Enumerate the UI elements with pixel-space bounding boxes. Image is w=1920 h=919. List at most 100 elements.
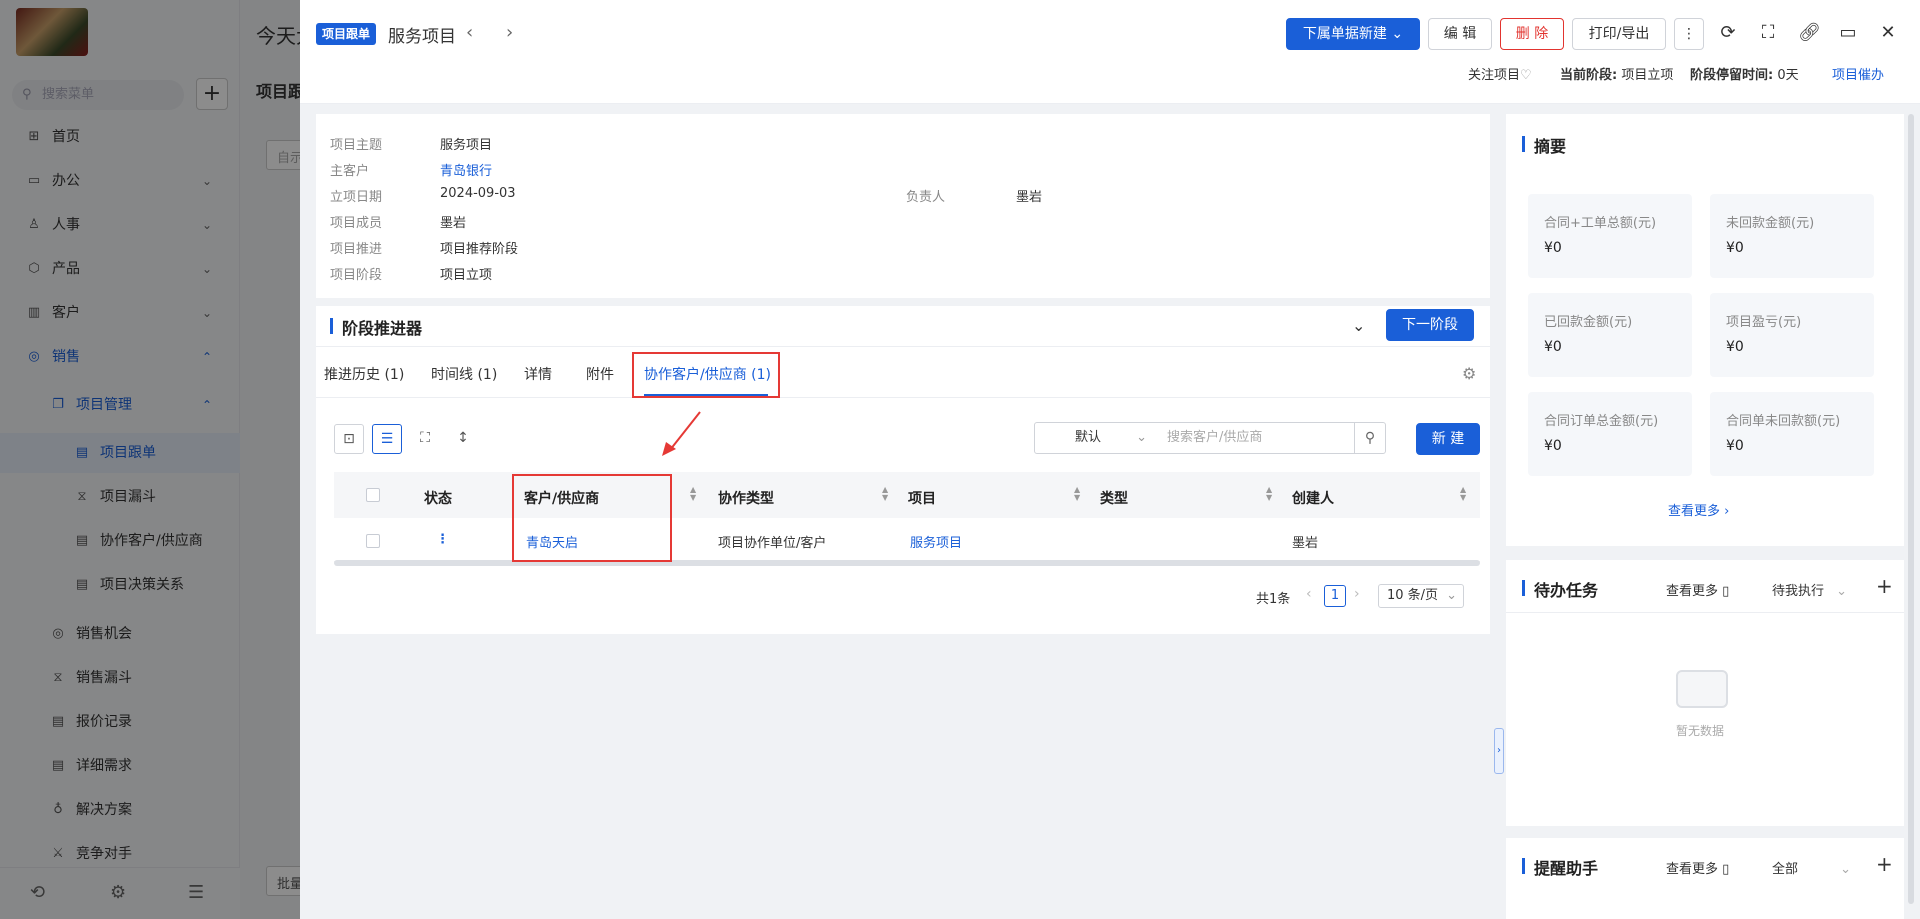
empty-box-icon bbox=[1676, 670, 1728, 708]
field-value: 服务项目 bbox=[440, 138, 493, 153]
chevron-down-icon: ⌄ bbox=[1840, 862, 1852, 877]
delete-button[interactable]: 删 除 bbox=[1500, 18, 1564, 50]
active-tab-indicator bbox=[644, 394, 768, 396]
fullscreen-icon[interactable]: ⛶ bbox=[1758, 22, 1778, 43]
stage-card bbox=[316, 306, 1490, 634]
field-label: 项目主题 bbox=[330, 138, 383, 153]
urge-project-link[interactable]: 项目催办 bbox=[1832, 64, 1884, 83]
chevron-down-icon: ⌄ bbox=[1136, 430, 1147, 445]
page-1-button[interactable]: 1 bbox=[1324, 585, 1346, 607]
chevron-down-icon: ⌄ bbox=[1836, 584, 1848, 599]
project-link[interactable]: 服务项目 bbox=[910, 532, 962, 551]
presentation-icon[interactable]: ⊡ bbox=[334, 424, 364, 454]
tab-attachments[interactable]: 附件 bbox=[586, 364, 614, 384]
reminder-filter-select[interactable]: 全部 ⌄ bbox=[1772, 858, 1851, 877]
print-export-button[interactable]: 打印/导出 bbox=[1572, 18, 1666, 50]
column-header-project[interactable]: 项目 bbox=[908, 488, 936, 508]
column-header-status: 状态 bbox=[424, 491, 452, 507]
link-icon[interactable]: 🔗︎ bbox=[1798, 22, 1821, 43]
book-icon: ▯ bbox=[1722, 584, 1730, 599]
column-header-collab-type[interactable]: 协作类型 bbox=[718, 488, 774, 508]
tab-history[interactable]: 推进历史 (1) bbox=[324, 364, 404, 384]
total-count: 共1条 bbox=[1256, 592, 1291, 607]
sort-icon[interactable]: ▲ ▼ bbox=[690, 486, 696, 502]
book-icon: ▯ bbox=[1722, 862, 1730, 877]
sort-icon[interactable]: ▲ ▼ bbox=[1460, 486, 1466, 502]
page-size-select[interactable]: 10 条/页 ⌄ bbox=[1378, 584, 1464, 608]
edit-button[interactable]: 编 辑 bbox=[1428, 18, 1492, 50]
prev-page-icon[interactable]: ‹ bbox=[1306, 586, 1312, 602]
row-height-icon[interactable]: ↕ bbox=[448, 424, 478, 454]
column-header-creator[interactable]: 创建人 bbox=[1292, 488, 1334, 508]
select-all-checkbox[interactable] bbox=[366, 488, 380, 502]
horizontal-scrollbar[interactable] bbox=[334, 560, 1480, 566]
doc-type-tag: 项目跟单 bbox=[316, 23, 377, 45]
empty-text: 暂无数据 bbox=[1676, 724, 1725, 738]
new-sub-document-button[interactable]: 下属单据新建 ⌄ bbox=[1286, 18, 1420, 50]
row-actions-menu[interactable]: ⋮ bbox=[436, 532, 449, 547]
tab-collab-customer[interactable]: 协作客户/供应商 (1) bbox=[644, 364, 771, 384]
refresh-icon[interactable]: ⟳ bbox=[1718, 22, 1738, 43]
vertical-scrollbar[interactable] bbox=[1908, 114, 1914, 904]
stat-order-total: 合同订单总金额(元) ¥0 bbox=[1528, 392, 1692, 476]
todo-title: 待办任务 bbox=[1522, 577, 1598, 601]
tab-timeline[interactable]: 时间线 (1) bbox=[431, 364, 497, 384]
next-stage-button[interactable]: 下一阶段 bbox=[1386, 309, 1474, 341]
prev-record-icon[interactable]: ‹ bbox=[466, 22, 473, 43]
field-label: 项目阶段 bbox=[330, 268, 383, 283]
panel-toggle-handle[interactable]: › bbox=[1494, 728, 1504, 774]
new-button[interactable]: 新 建 bbox=[1416, 423, 1480, 455]
stat-value: ¥0 bbox=[1544, 240, 1562, 256]
todo-filter-select[interactable]: 待我执行 ⌄ bbox=[1772, 580, 1847, 599]
chevron-right-icon: › bbox=[1724, 504, 1730, 519]
list-view-icon[interactable]: ☰ bbox=[372, 424, 402, 454]
summary-more-link[interactable]: 查看更多 › bbox=[1668, 500, 1729, 519]
field-value: 2024-09-03 bbox=[440, 186, 516, 201]
stat-label: 未回款金额(元) bbox=[1726, 216, 1815, 231]
project-detail-drawer: 项目跟单 服务项目 ‹ › 下属单据新建 ⌄ 编 辑 删 除 打印/导出 ⋮ ⟳… bbox=[300, 0, 1920, 919]
stat-paid: 已回款金额(元) ¥0 bbox=[1528, 293, 1692, 377]
close-icon[interactable]: ✕ bbox=[1878, 22, 1898, 43]
field-value: 项目推荐阶段 bbox=[440, 242, 519, 257]
drawer-title: 服务项目 bbox=[388, 27, 456, 47]
sort-icon[interactable]: ▲ ▼ bbox=[882, 486, 888, 502]
field-label: 负责人 bbox=[906, 190, 946, 205]
more-vertical-icon[interactable]: ⋮ bbox=[1674, 18, 1704, 50]
window-icon[interactable]: ▭ bbox=[1838, 22, 1858, 43]
main-customer-link[interactable]: 青岛银行 bbox=[440, 160, 492, 179]
todo-more-link[interactable]: 查看更多 ▯ bbox=[1666, 580, 1729, 599]
search-icon[interactable]: ⚲ bbox=[1354, 422, 1386, 454]
stat-value: ¥0 bbox=[1544, 438, 1562, 454]
follow-project[interactable]: 关注项目♡ bbox=[1468, 64, 1532, 83]
field-value: 墨岩 bbox=[440, 216, 467, 231]
gear-icon[interactable]: ⚙ bbox=[1462, 364, 1476, 383]
drawer-header: 项目跟单 服务项目 ‹ › 下属单据新建 ⌄ 编 辑 删 除 打印/导出 ⋮ ⟳… bbox=[300, 0, 1920, 104]
collapse-double-chevron-icon[interactable]: ⌄ bbox=[1352, 316, 1365, 335]
column-header-type[interactable]: 类型 bbox=[1100, 488, 1128, 508]
next-record-icon[interactable]: › bbox=[506, 22, 513, 43]
stat-value: ¥0 bbox=[1726, 240, 1744, 256]
sort-icon[interactable]: ▲ ▼ bbox=[1074, 486, 1080, 502]
filter-select[interactable]: 默认 ⌄ bbox=[1034, 422, 1158, 454]
column-header-customer[interactable]: 客户/供应商 bbox=[524, 488, 599, 508]
field-value: 墨岩 bbox=[1016, 190, 1043, 205]
reminder-more-link[interactable]: 查看更多 ▯ bbox=[1666, 858, 1729, 877]
expand-icon[interactable]: ⛶ bbox=[410, 424, 440, 454]
tab-detail[interactable]: 详情 bbox=[524, 364, 552, 384]
add-reminder-icon[interactable]: + bbox=[1876, 852, 1893, 876]
field-label: 项目成员 bbox=[330, 216, 383, 231]
search-customer-input[interactable]: 搜索客户/供应商 bbox=[1157, 422, 1355, 454]
next-page-icon[interactable]: › bbox=[1354, 586, 1360, 602]
add-todo-icon[interactable]: + bbox=[1876, 574, 1893, 598]
heart-icon: ♡ bbox=[1520, 68, 1532, 83]
reminder-title: 提醒助手 bbox=[1522, 855, 1598, 879]
chevron-down-icon: ⌄ bbox=[1446, 588, 1457, 603]
sort-icon[interactable]: ▲ ▼ bbox=[1266, 486, 1272, 502]
row-checkbox[interactable] bbox=[366, 534, 380, 548]
stat-label: 项目盈亏(元) bbox=[1726, 315, 1802, 330]
field-label: 项目推进 bbox=[330, 242, 383, 257]
summary-title: 摘要 bbox=[1522, 133, 1566, 157]
customer-link[interactable]: 青岛天启 bbox=[526, 532, 578, 551]
stat-order-unpaid: 合同单未回款额(元) ¥0 bbox=[1710, 392, 1874, 476]
stat-unpaid: 未回款金额(元) ¥0 bbox=[1710, 194, 1874, 278]
